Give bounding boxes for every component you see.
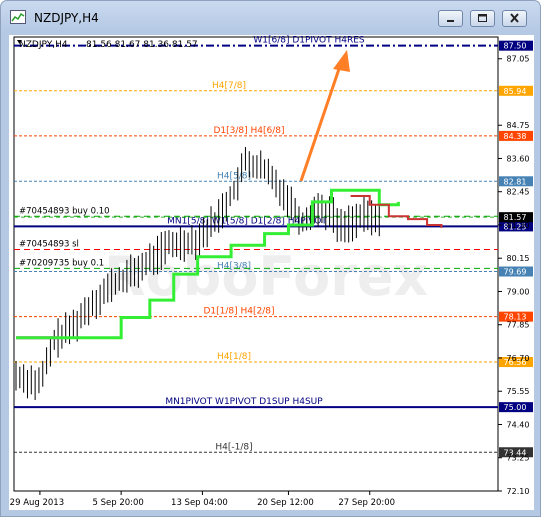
y-tick-label: 80.15 (507, 254, 530, 263)
order-label: #70209735 buy 0.1 (19, 258, 104, 268)
x-tick-label: 13 Sep 04:00 (171, 498, 228, 508)
y-tick-label: 79.00 (507, 287, 530, 296)
x-tick-label: 27 Sep 20:00 (338, 498, 395, 508)
y-tick-label: 82.45 (507, 188, 530, 197)
y-tick-label: 72.10 (507, 487, 530, 496)
chart-window: NZDJPY,H4 RoboForex W1[6/8] D1PIVOT H4RE… (0, 0, 541, 517)
level-price-label: 79.69 (504, 268, 527, 277)
level-label: H4[3/8] (217, 262, 251, 272)
y-tick-label: 81.30 (507, 221, 530, 230)
y-tick-label: 73.25 (507, 454, 530, 463)
y-tick-label: 77.85 (507, 321, 530, 330)
y-tick-label: 84.75 (507, 121, 530, 130)
y-tick-label: 75.55 (507, 387, 530, 396)
x-tick-label: 5 Sep 20:00 (92, 498, 143, 508)
window-title: NZDJPY,H4 (34, 11, 99, 25)
level-price-label: 75.00 (504, 403, 527, 412)
level-price-label: 82.81 (504, 177, 527, 186)
level-label: H4[1/8] (217, 352, 251, 362)
x-tick-label: 20 Sep 12:00 (257, 498, 314, 508)
close-button[interactable] (502, 10, 527, 27)
level-label: H4[5/8] (217, 171, 251, 181)
y-tick-label: 76.70 (507, 354, 530, 363)
maximize-button[interactable] (470, 10, 495, 27)
level-label: H4[-1/8] (215, 442, 252, 452)
level-label: D1[3/8] H4[6/8] (213, 126, 284, 136)
minimize-icon (447, 20, 454, 22)
chart-ohlc: 81.56 81.67 81.36 81.57 (86, 40, 198, 50)
order-label: #70454893 buy 0.10 (19, 206, 110, 216)
x-tick-label: 29 Aug 2013 (10, 498, 64, 508)
title-bar[interactable]: NZDJPY,H4 (1, 1, 540, 35)
minimize-button[interactable] (438, 10, 463, 27)
order-label: #70454893 sl (19, 240, 79, 250)
close-icon (510, 13, 519, 23)
y-tick-label: 74.40 (507, 420, 530, 429)
chart-symbol: NZDJPY,H4 (19, 40, 68, 50)
chart-svg[interactable]: RoboForex W1[6/8] D1PIVOT H4RES 87.50 H4[7… (9, 35, 534, 510)
chart-window-icon (10, 10, 26, 24)
y-tick-label: 87.05 (507, 55, 530, 64)
y-tick-label: 83.60 (507, 154, 530, 163)
maximize-icon (478, 14, 487, 22)
level-label: H4[7/8] (212, 81, 246, 91)
chart-area[interactable]: RoboForex W1[6/8] D1PIVOT H4RES 87.50 H4[7… (9, 35, 534, 510)
level-price-label: 87.50 (504, 42, 527, 51)
level-price-label: 84.38 (504, 132, 527, 141)
level-price-label: 85.94 (504, 87, 527, 96)
level-label: W1[6/8] D1PIVOT H4RES (253, 36, 365, 46)
level-label: D1[1/8] H4[2/8] (203, 307, 274, 317)
level-label: MN1PIVOT W1PIVOT D1SUP H4SUP (165, 397, 323, 407)
watermark-text: RoboForex (104, 245, 428, 308)
